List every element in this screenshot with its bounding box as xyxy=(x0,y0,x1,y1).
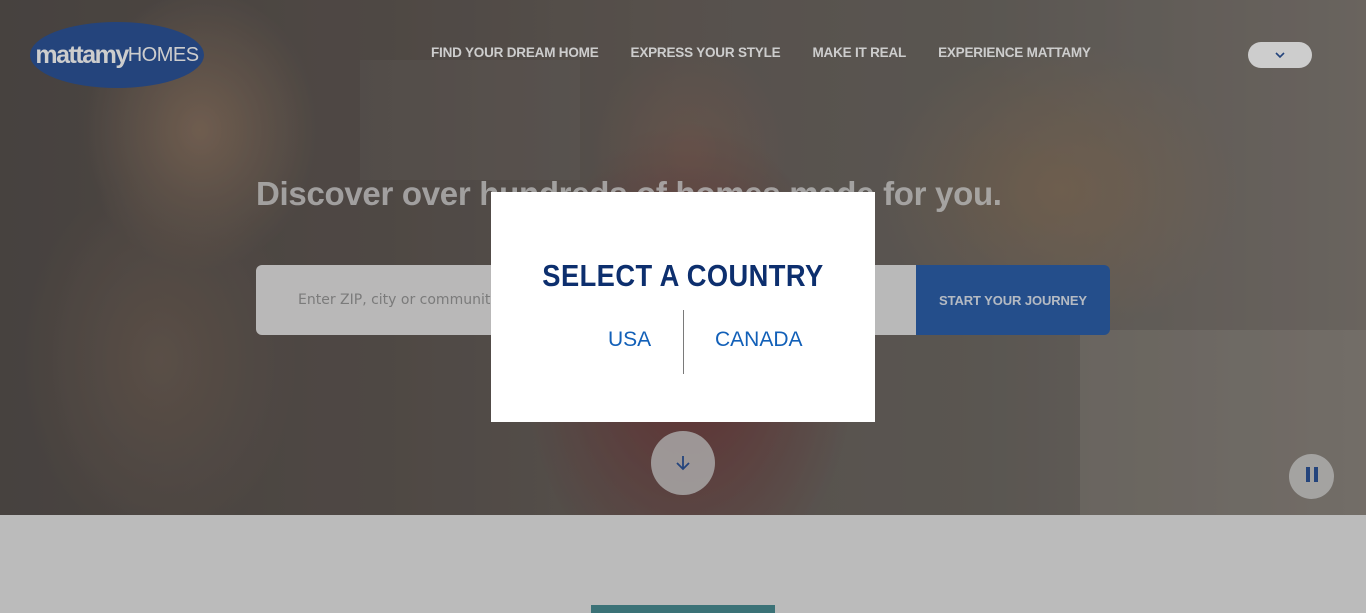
country-option-usa[interactable]: USA xyxy=(608,328,651,352)
country-option-canada[interactable]: CANADA xyxy=(715,328,803,352)
country-select-modal: SELECT A COUNTRY USA CANADA xyxy=(491,192,875,422)
modal-title: SELECT A COUNTRY xyxy=(542,258,824,293)
country-divider xyxy=(683,310,684,374)
